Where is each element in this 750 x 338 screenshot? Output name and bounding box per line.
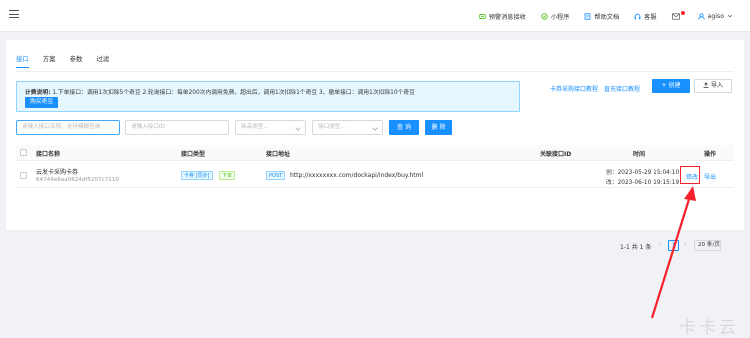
annotation-arrow: [650, 186, 696, 319]
annotation-arrow-line: [650, 195, 692, 319]
annotation-arrow-head: [684, 186, 696, 201]
watermark: 卡卡云: [679, 318, 739, 338]
